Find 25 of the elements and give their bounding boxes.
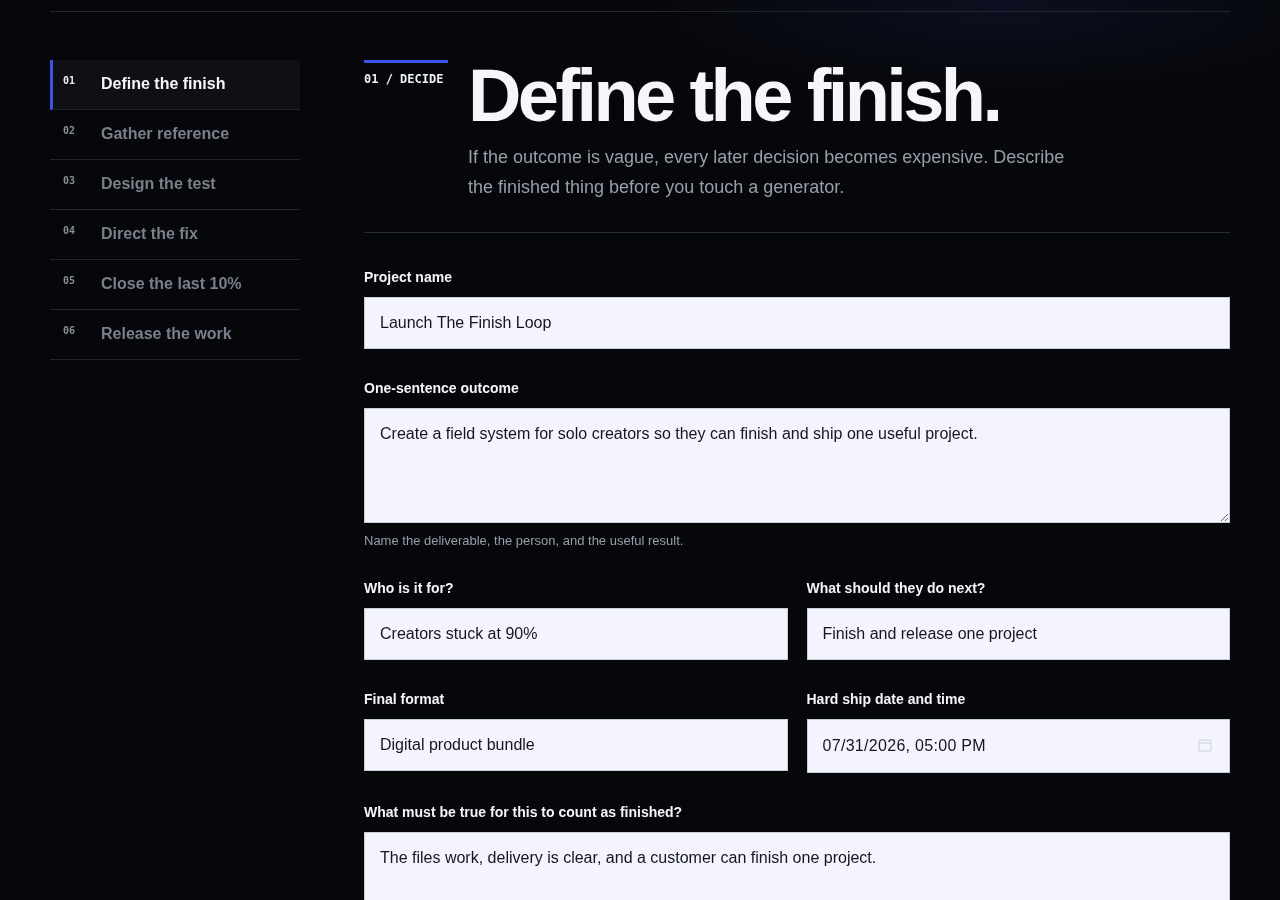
page-title: Define the finish. bbox=[468, 60, 1001, 132]
field-hint: Name the deliverable, the person, and the useful result. bbox=[364, 533, 685, 549]
field-label: Final format bbox=[364, 690, 446, 708]
step-nav-item[interactable]: 03 Design the test bbox=[50, 160, 300, 210]
text-input[interactable]: Launch The Finish Loop bbox=[364, 297, 1230, 349]
step-nav-item[interactable]: 05 Close the last 10% bbox=[50, 260, 300, 310]
text-area[interactable]: Create a field system for solo creators so they can finish and ship one useful project. bbox=[364, 408, 1230, 523]
text-input[interactable]: Finish and release one project bbox=[806, 608, 1230, 660]
field-label: Hard ship date and time bbox=[806, 690, 967, 708]
calendar-icon[interactable] bbox=[1198, 739, 1212, 752]
text-input[interactable]: Digital product bundle bbox=[364, 719, 788, 771]
step-nav-item[interactable]: 01 Define the finish bbox=[50, 60, 300, 110]
text-input[interactable]: Creators stuck at 90% bbox=[364, 608, 788, 660]
field-label: Who is it for? bbox=[364, 579, 455, 597]
field-label: What must be true for this to count as finished? bbox=[364, 803, 684, 821]
intro-text: If the outcome is vague, every later decision becomes expensive. Describe the finished thing before you touch a generator. bbox=[468, 146, 1066, 199]
field-label: One-sentence outcome bbox=[364, 379, 520, 397]
step-nav-item[interactable]: 04 Direct the fix bbox=[50, 210, 300, 260]
field-label: Project name bbox=[364, 268, 453, 286]
step-nav-item[interactable]: 02 Gather reference bbox=[50, 110, 300, 160]
step-kicker: 01 / DECIDE bbox=[364, 60, 448, 86]
step-nav-item[interactable]: 06 Release the work bbox=[50, 310, 300, 360]
field-label: What should they do next? bbox=[806, 579, 987, 597]
date-time-input[interactable]: 07/31/2026, 05:00 PM bbox=[806, 719, 1230, 773]
text-area[interactable]: The files work, delivery is clear, and a customer can finish one project. bbox=[364, 832, 1230, 900]
